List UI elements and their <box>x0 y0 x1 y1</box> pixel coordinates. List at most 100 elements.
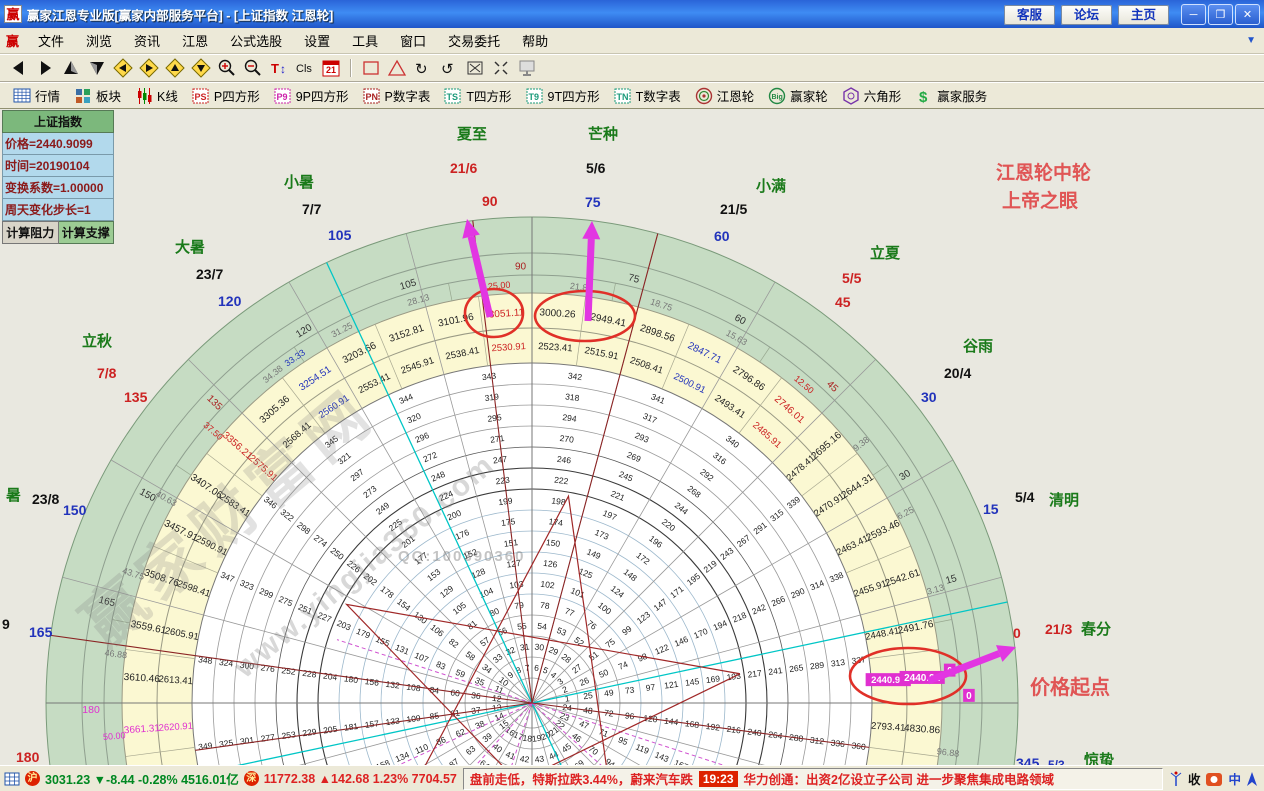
menu-item-工具[interactable]: 工具 <box>341 27 389 54</box>
tool-quote[interactable]: 行情 <box>6 83 67 108</box>
tool-p-table[interactable]: PNP数字表 <box>356 83 438 108</box>
svg-text:Big: Big <box>772 94 783 101</box>
menu-item-交易委托[interactable]: 交易委托 <box>437 27 511 54</box>
svg-text:217: 217 <box>747 668 763 680</box>
page-right-icon[interactable] <box>32 57 58 79</box>
rect-tool-icon[interactable] <box>358 57 384 79</box>
tool-gann-wheel[interactable]: 江恩轮 <box>688 83 762 108</box>
zoom-out-icon[interactable] <box>240 57 266 79</box>
window-title: 赢家江恩专业版[赢家内部服务平台] - [上证指数 江恩轮] <box>27 5 998 24</box>
news-item-2[interactable]: 华力创通：出资2亿设立子公司 进一步聚焦集成电路领域 <box>744 769 1054 788</box>
gann-toolbar: 行情板块K线PSP四方形P99P四方形PNP数字表TST四方形T99T四方形TN… <box>0 82 1264 109</box>
tool-9t-square[interactable]: T99T四方形 <box>519 83 607 108</box>
menu-item-浏览[interactable]: 浏览 <box>75 27 123 54</box>
menu-item-窗口[interactable]: 窗口 <box>389 27 437 54</box>
home-button[interactable]: 主页 <box>1118 5 1169 25</box>
svg-text:325: 325 <box>218 737 234 749</box>
winner-service-icon: $ <box>915 87 933 105</box>
news-ticker[interactable]: 盘前走低，特斯拉跌3.44%，蔚来汽车跌 19:23 华力创通：出资2亿设立子公… <box>463 768 1163 790</box>
svg-text:30: 30 <box>534 641 545 652</box>
box-x-icon[interactable] <box>462 57 488 79</box>
rotate-cw-icon[interactable]: ↻ <box>410 57 436 79</box>
svg-text:0: 0 <box>966 691 972 702</box>
uplink-icon <box>1246 771 1258 787</box>
hotline-icon[interactable] <box>1205 771 1223 787</box>
menu-item-设置[interactable]: 设置 <box>293 27 341 54</box>
news-item-1[interactable]: 盘前走低，特斯拉跌3.44%，蔚来汽车跌 <box>470 769 693 788</box>
service-button[interactable]: 客服 <box>1004 5 1055 25</box>
tool-sectors[interactable]: 板块 <box>67 83 128 108</box>
menu-item-资讯[interactable]: 资讯 <box>123 27 171 54</box>
svg-text:2530.91: 2530.91 <box>491 341 526 354</box>
quote-grid-icon[interactable] <box>4 772 20 786</box>
peripheral-label: 345 <box>1016 755 1040 765</box>
peripheral-label: 5/3 <box>1048 758 1065 765</box>
zoom-in-icon[interactable] <box>214 57 240 79</box>
shift-left-icon[interactable] <box>110 57 136 79</box>
svg-text:295: 295 <box>487 412 503 424</box>
page-up-icon[interactable] <box>58 57 84 79</box>
tool-kline[interactable]: K线 <box>128 83 185 108</box>
app-logo-icon: 赢 <box>4 5 22 23</box>
svg-text:↺: ↺ <box>441 61 454 78</box>
svg-text:102: 102 <box>540 579 556 591</box>
close-button[interactable]: ✕ <box>1235 4 1260 25</box>
menu-item-帮助[interactable]: 帮助 <box>511 27 559 54</box>
maximize-button[interactable]: ❐ <box>1208 4 1233 25</box>
svg-text:43: 43 <box>534 753 545 764</box>
peripheral-label: 21/3 <box>1045 621 1072 637</box>
svg-text:P9: P9 <box>276 92 287 102</box>
shift-up-icon[interactable] <box>162 57 188 79</box>
screen-icon[interactable] <box>514 57 540 79</box>
menu-item-文件[interactable]: 文件 <box>27 27 75 54</box>
svg-text:$: $ <box>919 89 928 105</box>
t-updown-icon[interactable]: T↕ <box>266 57 292 79</box>
peripheral-label: 90 <box>482 193 498 209</box>
shift-down-icon[interactable] <box>188 57 214 79</box>
main-toolbar: T↕Cls21 ↻ ↺ <box>0 54 1264 82</box>
peripheral-label: 0 <box>1013 625 1021 641</box>
shift-right-icon[interactable] <box>136 57 162 79</box>
triangle-tool-icon[interactable] <box>384 57 410 79</box>
peripheral-label: 谷雨 <box>963 338 993 355</box>
svg-text:174: 174 <box>548 516 564 528</box>
minimize-button[interactable]: ─ <box>1181 4 1206 25</box>
p-table-label: P数字表 <box>385 86 431 105</box>
svg-text:301: 301 <box>239 735 255 747</box>
tool-t-square[interactable]: TST四方形 <box>437 83 518 108</box>
9t-square-icon: T9 <box>526 87 544 105</box>
svg-text:228: 228 <box>302 668 318 680</box>
chart-area: 1234567891011121314151617181920212223242… <box>0 109 1264 765</box>
tool-p-square[interactable]: PSP四方形 <box>185 83 267 108</box>
calendar-icon[interactable]: 21 <box>318 57 344 79</box>
tool-winner-service[interactable]: $赢家服务 <box>908 83 994 108</box>
antenna-icon <box>1169 771 1183 787</box>
menu-item-公式选股[interactable]: 公式选股 <box>219 27 293 54</box>
tool-t-table[interactable]: TNT数字表 <box>607 83 688 108</box>
peripheral-label: 75 <box>585 194 601 210</box>
forum-button[interactable]: 论坛 <box>1061 5 1112 25</box>
cls-icon[interactable]: Cls <box>292 57 318 79</box>
svg-text:294: 294 <box>562 412 578 424</box>
peripheral-label: 23/7 <box>196 266 223 282</box>
news-timestamp: 19:23 <box>699 771 738 787</box>
menu-item-江恩[interactable]: 江恩 <box>171 27 219 54</box>
svg-text:126: 126 <box>543 558 559 570</box>
9p-square-label: 9P四方形 <box>296 86 349 105</box>
tool-hexagon[interactable]: 六角形 <box>835 83 909 108</box>
calc-support-button[interactable]: 计算支撑 <box>59 221 115 244</box>
center-view-icon[interactable] <box>488 57 514 79</box>
tool-9p-square[interactable]: P9 9P四方形 <box>267 83 356 108</box>
9t-square-label: 9T四方形 <box>548 86 600 105</box>
calc-resistance-button[interactable]: 计算阻力 <box>2 221 59 244</box>
page-down-icon[interactable] <box>84 57 110 79</box>
page-left-icon[interactable] <box>6 57 32 79</box>
app-logo-menu-icon: 赢 <box>0 31 27 50</box>
title-bar: 赢 赢家江恩专业版[赢家内部服务平台] - [上证指数 江恩轮] 客服论坛主页 … <box>0 0 1264 28</box>
rotate-ccw-icon[interactable]: ↺ <box>436 57 462 79</box>
peripheral-label: 夏至 <box>456 126 487 143</box>
svg-text:205: 205 <box>323 724 339 736</box>
menu-overflow-arrow-icon[interactable]: ▼ <box>1238 35 1264 46</box>
tool-winner-wheel[interactable]: Big赢家轮 <box>761 83 835 108</box>
center-label[interactable]: 中 <box>1228 769 1241 788</box>
